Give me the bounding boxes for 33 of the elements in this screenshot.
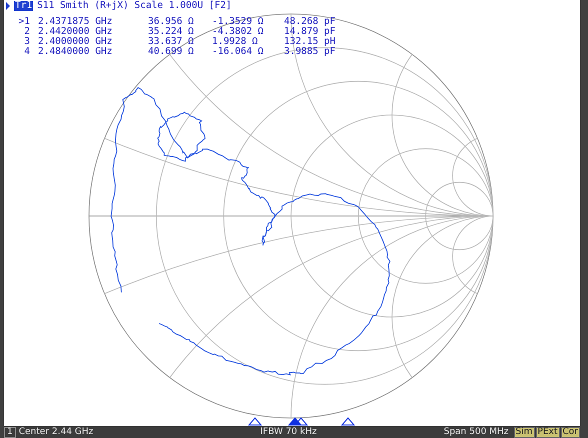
marker-reactance: -16.064 Ω [212,47,264,57]
marker-triangle-icon[interactable] [340,417,356,426]
marker-frequency: 2.4420000 GHz [38,27,114,37]
marker-frequency: 2.4000000 GHz [38,37,114,47]
marker-label: 4 [23,47,31,57]
marker-value: 132.15 pH [284,37,336,47]
trace-tab[interactable]: Tr1 [14,1,34,11]
marker-resistance: 36.956 Ω [148,17,195,27]
marker-resistance: 35.224 Ω [148,27,195,37]
marker-triangle-icon[interactable] [248,417,262,426]
marker-reactance: 1.9928 Ω [212,37,259,47]
marker-frequency: 2.4371875 GHz [38,17,114,27]
marker-triangle-icon[interactable] [288,417,302,426]
center-frequency: Center 2.44 GHz [18,427,94,437]
status-badge: Cor [560,426,580,438]
marker-reactance: -1.3529 Ω [212,17,264,27]
status-badge: Sim [514,426,535,438]
channel-number: 1 [4,426,16,438]
marker-label: 2 [23,27,31,37]
marker-resistance: 40.699 Ω [148,47,195,57]
marker-resistance: 33.637 Ω [148,37,195,47]
status-badge: PExt [536,426,560,438]
marker-label: 3 [23,37,31,47]
marker-value: 14.879 pF [284,27,336,37]
active-trace-icon [6,2,10,10]
ifbw-text: IFBW 70 kHz [259,427,318,437]
marker-reactance: -4.3802 Ω [212,27,264,37]
span-text: Span 500 MHz [444,427,509,437]
marker-frequency: 2.4840000 GHz [38,47,114,57]
marker-label: >1 [18,17,31,27]
marker-value: 3.9885 pF [284,47,336,57]
trace-title: S11 Smith (R+jX) Scale 1.000U [F2] [37,1,232,11]
marker-value: 48.268 pF [284,17,336,27]
